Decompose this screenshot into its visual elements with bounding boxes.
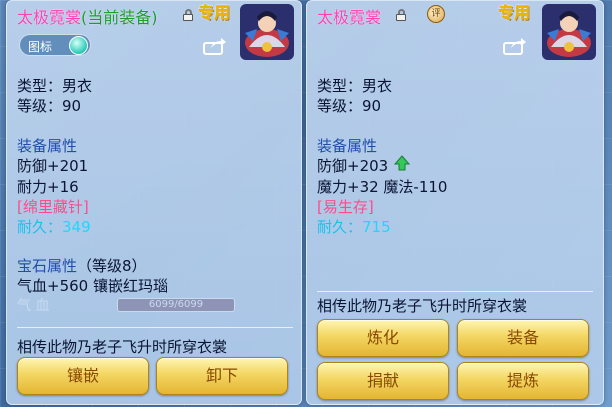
background-hp-label: 气 血 [17, 298, 50, 314]
defense-stat: 防御+203 [317, 157, 389, 175]
durability-value: 349 [62, 218, 91, 236]
extract-button[interactable]: 提炼 [457, 362, 589, 400]
background-hp-bar: 6099/6099 [117, 298, 235, 312]
rating-medal-icon[interactable]: 评 [427, 5, 445, 23]
icon-toggle-label: 图标 [28, 40, 53, 54]
item-description: 相传此物乃老子飞升时所穿衣裳 [17, 338, 228, 356]
attribute-section-title: 装备属性 [317, 137, 378, 155]
equipped-item-tooltip: 太极霓裳(当前装备) 专用 图标 类型：男衣 等级：90 装备属性 防御+201… [6, 0, 302, 405]
attribute-section-title: 装备属性 [17, 137, 78, 155]
stat-increase-arrow-icon [394, 155, 410, 171]
share-icon[interactable] [503, 37, 527, 55]
item-name: 太极霓裳 [17, 8, 82, 27]
icon-toggle[interactable]: 图标 [19, 34, 91, 56]
item-portrait-icon [542, 4, 596, 60]
item-level: 等级：90 [317, 97, 382, 115]
durability: 耐久：715 [317, 216, 391, 237]
durability-label: 耐久： [317, 218, 363, 236]
special-use-tag: 专用 [498, 3, 531, 22]
magic-stat: 魔力+32 魔法-110 [317, 178, 448, 196]
item-title: 太极霓裳(当前装备) [17, 4, 158, 28]
gem-section-title: 宝石属性 [17, 257, 78, 275]
lock-icon[interactable] [395, 9, 407, 21]
item-type: 类型：男衣 [17, 77, 93, 95]
item-name: 太极霓裳 [317, 8, 382, 27]
lock-icon[interactable] [182, 9, 194, 21]
equipped-tag: (当前装备) [81, 8, 158, 27]
bag-item-tooltip: 太极霓裳 评 专用 类型：男衣 等级：90 装备属性 防御+203 魔力+32 … [306, 0, 604, 405]
durability-label: 耐久： [17, 218, 63, 236]
gem-level: （等级8） [77, 257, 147, 275]
gem-stat: 气血+560 镶嵌红玛瑙 [17, 277, 168, 295]
stamina-stat: 耐力+16 [17, 178, 79, 196]
durability-value: 715 [362, 218, 391, 236]
unequip-button[interactable]: 卸下 [156, 357, 288, 395]
share-icon[interactable] [203, 37, 227, 55]
item-portrait-icon [240, 4, 294, 60]
durability: 耐久：349 [17, 216, 91, 237]
background-hp-readout: 气 血 6099/6099 [17, 295, 297, 315]
toggle-knob [69, 36, 88, 55]
special-use-tag: 专用 [198, 3, 231, 22]
defense-stat: 防御+201 [17, 157, 89, 175]
donate-button[interactable]: 捐献 [317, 362, 449, 400]
item-level: 等级：90 [17, 97, 82, 115]
item-title: 太极霓裳 [317, 4, 381, 28]
item-type: 类型：男衣 [317, 77, 393, 95]
refine-button[interactable]: 炼化 [317, 319, 449, 357]
special-effect: [易生存] [317, 198, 374, 216]
inlay-button[interactable]: 镶嵌 [17, 357, 149, 395]
equip-button[interactable]: 装备 [457, 319, 589, 357]
item-description: 相传此物乃老子飞升时所穿衣裳 [317, 297, 528, 315]
special-effect: [绵里藏针] [17, 198, 89, 216]
divider [17, 327, 293, 328]
gem-section: 宝石属性（等级8） [17, 255, 147, 276]
divider [317, 291, 593, 292]
